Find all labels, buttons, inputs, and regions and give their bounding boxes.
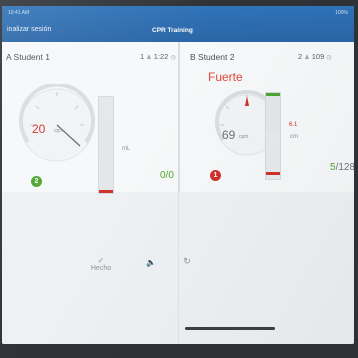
tablet-device: 10:41 AM 100% inalizar sesión CPR Traini…: [0, 0, 358, 358]
person-icon: ♟: [146, 55, 152, 61]
done-button[interactable]: ✓ Hecho: [88, 256, 114, 272]
done-label: Hecho: [90, 265, 112, 272]
status-battery: 100%: [335, 10, 348, 16]
student-a-score: 0/0: [160, 170, 174, 181]
student-b-badge: 1: [210, 170, 221, 181]
student-b-score: 5/128: [330, 162, 354, 173]
student-a-meta: 1 ♟ 1:22 ◷: [140, 52, 176, 61]
student-b-depth-top-marker: [266, 93, 280, 96]
student-b-name: B Student 2: [190, 52, 235, 62]
volume-icon: 🔈: [146, 258, 156, 267]
student-a-badge: 2: [31, 176, 42, 187]
student-a-rate-gauge: [19, 84, 95, 162]
mute-button[interactable]: 🔈: [144, 258, 158, 267]
student-a-depth-marker: [99, 190, 113, 193]
reset-button[interactable]: ↻: [180, 256, 194, 267]
refresh-icon: ↻: [183, 256, 191, 266]
student-a-name: A Student 1: [6, 52, 50, 62]
student-b-rate-value: 69: [222, 128, 236, 142]
status-time: 10:41 AM: [8, 10, 30, 16]
person-icon: ♟: [304, 55, 310, 61]
student-b-rate-unit: cpm: [239, 134, 249, 140]
student-a-rate-value: 20: [32, 122, 46, 136]
top-bar: 10:41 AM 100% inalizar sesión CPR Traini…: [2, 6, 354, 42]
app-screen: 10:41 AM 100% inalizar sesión CPR Traini…: [2, 6, 354, 344]
student-b-session-number: 2: [298, 52, 303, 61]
student-b-depth-marker: [266, 172, 280, 175]
clock-icon: ◷: [170, 55, 176, 61]
student-a-session-number: 1: [140, 52, 145, 61]
student-a-depth-bar: [98, 96, 114, 194]
student-b-panel: B Student 2 2 ♟ 109 ◷ 69 cpm 6.1 cm 1 5/…: [180, 42, 354, 192]
check-icon: ✓: [97, 256, 105, 265]
student-a-timer: 1:22: [153, 52, 169, 61]
student-a-panel: A Student 1 1 ♟ 1:22 ◷ 20 cpm mL 2 0/0: [2, 42, 178, 194]
finish-session-button[interactable]: inalizar sesión: [7, 26, 51, 33]
student-b-status-word: Fuerte: [208, 70, 243, 84]
student-a-rate-unit: cpm: [54, 128, 64, 134]
clock-icon: ◷: [326, 55, 332, 61]
lower-divider: [178, 192, 179, 344]
student-b-timer: 109: [311, 52, 325, 61]
home-indicator[interactable]: [185, 327, 275, 330]
student-b-meta: 2 ♟ 109 ◷: [298, 52, 332, 61]
student-b-depth-value: 6.1: [289, 122, 298, 128]
student-b-score-total: /128: [335, 162, 354, 173]
student-b-depth-bar: [265, 92, 281, 180]
student-a-depth-unit: mL: [122, 146, 131, 152]
student-b-depth-unit: cm: [290, 134, 298, 140]
page-title: CPR Training: [152, 27, 193, 34]
